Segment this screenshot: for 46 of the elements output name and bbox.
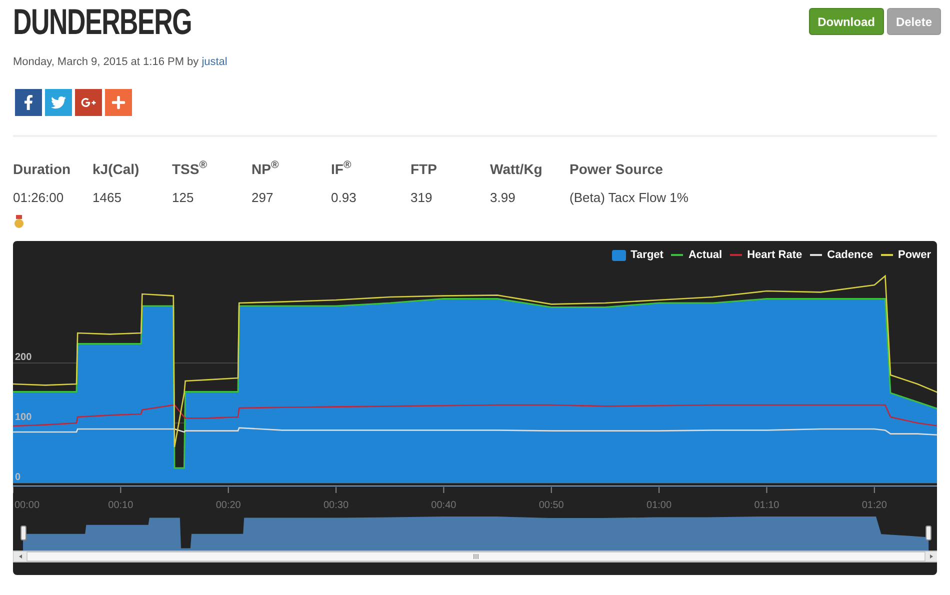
stat-label: TSS$^{®}$ xyxy=(172,158,207,178)
stat-label: NP$^{®}$ xyxy=(252,158,279,178)
stat-value: 297 xyxy=(252,188,274,206)
y-tick-label: 200 xyxy=(15,352,32,363)
x-tick-label: 00:50 xyxy=(538,500,564,511)
legend-label[interactable]: Power xyxy=(898,247,931,264)
plus-icon xyxy=(111,94,126,110)
legend-label[interactable]: Cadence xyxy=(827,247,873,264)
stat-label: kJ(Cal) xyxy=(92,160,140,179)
x-tick-label: 00:20 xyxy=(216,500,241,511)
x-tick-label: 00:30 xyxy=(324,500,349,511)
navigator-handle[interactable] xyxy=(20,526,26,540)
stat-value: (Beta) Tacx Flow 1% xyxy=(570,188,688,207)
navigator-handle[interactable] xyxy=(926,526,932,540)
x-tick-label: 01:20 xyxy=(862,500,887,511)
share-button[interactable] xyxy=(105,88,132,116)
stat-label: FTP xyxy=(410,160,437,178)
bird-icon xyxy=(51,94,66,110)
scrollbar[interactable] xyxy=(13,550,937,562)
stat-value: 01:26:00 xyxy=(13,188,64,206)
y-tick-label: 0 xyxy=(15,472,21,483)
author-link[interactable]: justal xyxy=(202,54,228,70)
share-button[interactable] xyxy=(75,88,102,116)
stat-value: 125 xyxy=(172,188,194,206)
stat-label: Watt/Kg xyxy=(490,160,542,179)
stat-value: 319 xyxy=(410,188,432,206)
stat-label: Power Source xyxy=(570,160,663,178)
legend-label[interactable]: Target xyxy=(630,247,664,264)
medal-icon xyxy=(14,215,24,229)
post-meta: Monday, March 9, 2015 at 1:16 PM by xyxy=(13,55,199,70)
stat-label: Duration xyxy=(13,160,71,178)
x-tick-label: 00:00 xyxy=(14,500,40,511)
x-tick-label: 01:10 xyxy=(754,500,780,511)
x-tick-label: 00:40 xyxy=(431,500,456,511)
stat-value: 0.93 xyxy=(331,188,356,206)
y-tick-label: 100 xyxy=(15,412,32,423)
legend-label[interactable]: Actual xyxy=(688,247,722,264)
stat-value: 3.99 xyxy=(490,188,516,206)
x-tick-label: 00:10 xyxy=(108,500,134,511)
share-button[interactable] xyxy=(15,88,42,116)
stat-label: IF$^{®}$ xyxy=(331,158,352,178)
page-title: DUNDERBERG xyxy=(13,2,192,42)
legend-label[interactable]: Heart Rate xyxy=(747,247,802,264)
x-tick-label: 01:00 xyxy=(646,500,672,511)
stat-value: 1465 xyxy=(92,188,122,206)
share-button[interactable] xyxy=(45,88,72,116)
